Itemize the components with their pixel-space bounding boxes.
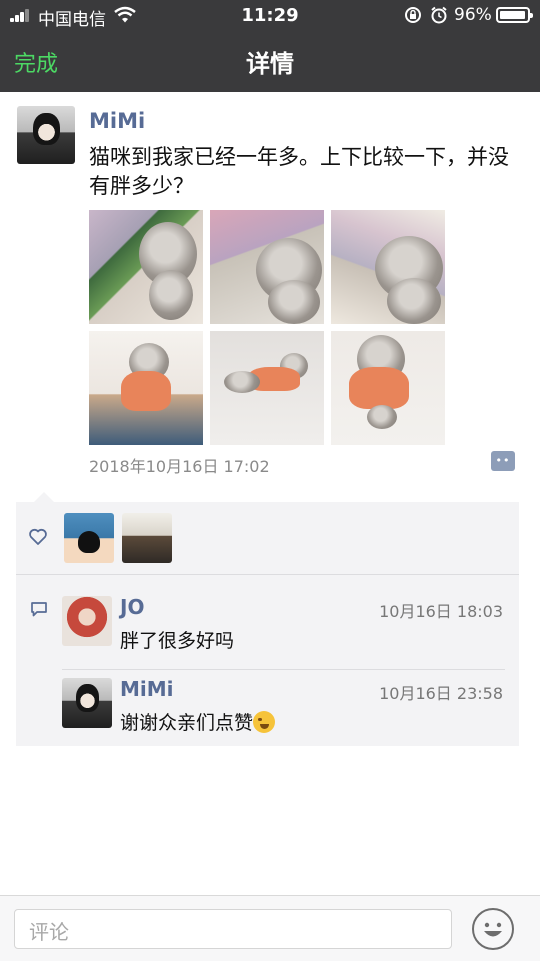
liker-avatar-cartoon[interactable] xyxy=(64,513,114,563)
comment-input[interactable]: 评论 xyxy=(14,909,452,949)
post-photo[interactable] xyxy=(331,331,445,445)
rotation-lock-icon xyxy=(405,7,421,23)
comment-text: 谢谢众亲们点赞 xyxy=(120,712,254,734)
post-text: 猫咪到我家已经一年多。上下比较一下，并没有胖多少？ xyxy=(89,145,509,198)
post-photo[interactable] xyxy=(89,210,203,324)
battery-percent: 96% xyxy=(454,5,492,25)
post-author-name[interactable]: MiMi xyxy=(89,109,145,133)
post-timestamp: 2018年10月16日 17:02 xyxy=(89,457,270,476)
navigation-header: 中国电信 11:29 96% 完成 详情 xyxy=(0,0,540,92)
battery-icon xyxy=(496,7,533,23)
laugh-crying-emoji-icon xyxy=(253,711,276,733)
emoji-button[interactable] xyxy=(472,908,514,950)
comment-time: 10月16日 18:03 xyxy=(379,602,503,621)
post-photo[interactable] xyxy=(331,210,445,324)
comment-time: 10月16日 23:58 xyxy=(379,684,503,703)
comment-input-placeholder: 评论 xyxy=(29,920,69,944)
interactions-panel: JO 10月16日 18:03 胖了很多好吗 MiMi 10月16日 23:58… xyxy=(16,492,519,746)
smiley-icon xyxy=(484,922,502,937)
comment-text-row[interactable]: 谢谢众亲们点赞 xyxy=(120,708,276,735)
battery-level-fill xyxy=(500,11,525,19)
heart-icon xyxy=(29,528,47,545)
comment-bar: 评论 xyxy=(0,895,540,961)
page-title: 详情 xyxy=(246,50,294,78)
alarm-icon xyxy=(431,6,447,24)
status-bar: 中国电信 11:29 96% xyxy=(0,0,540,32)
comment-icon xyxy=(31,602,47,617)
liker-avatar-group[interactable] xyxy=(122,513,172,563)
commenter-name[interactable]: JO xyxy=(120,595,144,619)
post-photo[interactable] xyxy=(210,210,324,324)
commenter-name[interactable]: MiMi xyxy=(120,677,174,701)
commenter-avatar[interactable] xyxy=(62,596,112,646)
comment-text[interactable]: 胖了很多好吗 xyxy=(120,626,234,653)
likes-divider xyxy=(16,574,519,575)
post-photo[interactable] xyxy=(89,331,203,445)
post-photo[interactable] xyxy=(210,331,324,445)
comment-divider xyxy=(62,669,505,670)
more-actions-button[interactable] xyxy=(491,451,515,471)
author-avatar[interactable] xyxy=(17,106,75,164)
commenter-avatar[interactable] xyxy=(62,678,112,728)
